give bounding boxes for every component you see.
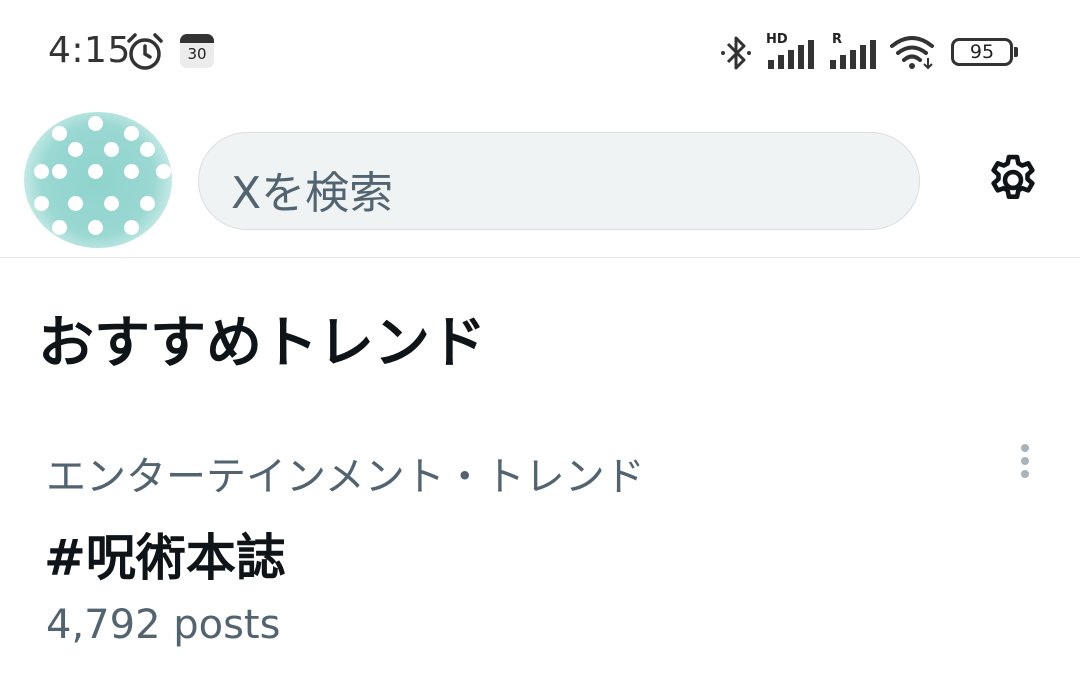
signal-icon — [768, 40, 818, 74]
status-time: 4:15 — [48, 30, 131, 71]
bluetooth-icon — [718, 34, 754, 76]
section-title: おすすめトレンド — [38, 311, 486, 376]
trend-item[interactable]: エンターテインメント・トレンド #呪術本誌 4,792 posts — [0, 430, 1080, 660]
calendar-icon: 30 — [180, 34, 214, 68]
trend-name[interactable]: #呪術本誌 — [44, 518, 286, 590]
header-divider — [0, 257, 1080, 258]
trend-post-count: 4,792 posts — [46, 602, 281, 648]
alarm-icon — [124, 32, 166, 76]
status-bar: 4:15 30 HD R 95 — [0, 0, 1080, 100]
gear-icon[interactable] — [984, 151, 1042, 213]
wifi-icon — [890, 36, 938, 74]
search-input[interactable]: Xを検索 — [198, 132, 920, 230]
avatar[interactable] — [24, 112, 172, 248]
search-placeholder: Xを検索 — [231, 168, 394, 219]
calendar-day: 30 — [187, 45, 207, 63]
trend-category: エンターテインメント・トレンド — [46, 454, 645, 500]
signal-icon — [830, 40, 880, 74]
battery-icon: 95 — [951, 38, 1018, 66]
battery-level: 95 — [969, 41, 995, 63]
more-options-icon[interactable] — [1016, 442, 1034, 486]
